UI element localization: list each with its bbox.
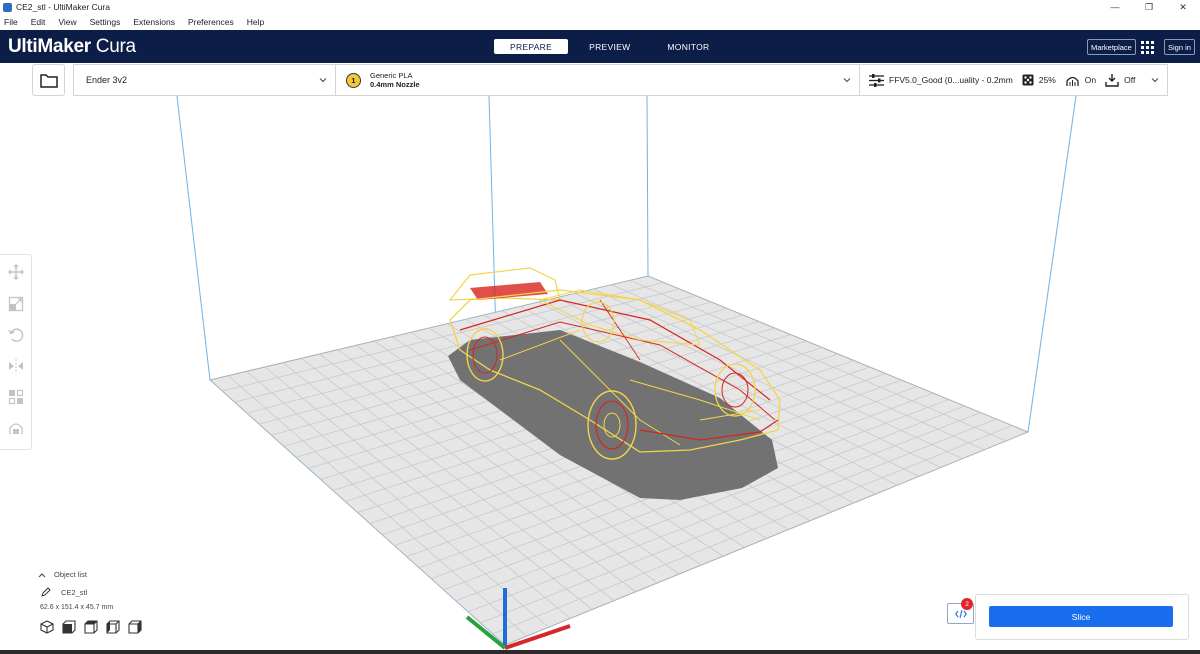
support-icon [1066,76,1079,86]
object-list-header: Object list [54,570,87,579]
material-name: Generic PLA [370,71,413,80]
print-settings-selector[interactable]: FFV5.0_Good (0...uality - 0.2mm 25% On O… [859,64,1168,96]
per-model-settings-icon [8,389,23,405]
stage-tabs: PREPARE PREVIEW MONITOR [494,39,731,54]
per-model-settings-tool-button[interactable] [5,387,27,408]
mirror-tool-button[interactable] [5,356,27,377]
menu-bar: File Edit View Settings Extensions Prefe… [0,14,1200,30]
nozzle-size: 0.4mm Nozzle [370,80,420,89]
slice-button[interactable]: Slice [989,606,1173,627]
pencil-icon [41,587,51,597]
top-view-icon[interactable] [84,620,98,634]
scale-tool-button[interactable] [5,293,27,314]
3d-view-icon[interactable] [40,620,54,634]
left-view-icon[interactable] [106,620,120,634]
cura-app-icon [3,2,12,12]
chevron-down-icon [319,78,327,83]
chevron-down-icon [843,78,851,83]
object-dimensions: 62.6 x 151.4 x 45.7 mm [40,604,114,611]
tab-monitor[interactable]: MONITOR [651,39,725,54]
support-blocker-icon [8,423,23,435]
extruder-badge: 1 [346,72,361,88]
code-brackets-icon [954,609,967,618]
object-name: CE2_stl [61,587,88,597]
menu-extensions[interactable]: Extensions [133,17,175,27]
chevron-up-icon [38,572,46,577]
mirror-icon [8,358,23,373]
right-view-icon[interactable] [128,620,142,634]
menu-edit[interactable]: Edit [31,17,46,27]
object-list-panel: Object list CE2_stl 62.6 x 151.4 x 45.7 … [38,570,218,634]
window-controls: — ❐ ✕ [1098,0,1200,14]
scale-icon [8,296,23,311]
tab-prepare[interactable]: PREPARE [494,39,569,54]
window-title-bar: CE2_stl - UltiMaker Cura — ❐ ✕ [0,0,1200,14]
folder-icon [39,73,58,88]
menu-view[interactable]: View [58,17,76,27]
sliders-icon [869,73,884,87]
menu-file[interactable]: File [4,17,18,27]
transform-tool-panel [0,254,32,450]
adhesion-value: Off [1124,75,1136,85]
minimize-button[interactable]: — [1098,0,1132,14]
open-file-button[interactable] [32,64,65,96]
menu-settings[interactable]: Settings [90,17,121,27]
object-list-item[interactable]: CE2_stl [41,587,218,597]
applications-grid-icon[interactable] [1141,41,1154,54]
menu-preferences[interactable]: Preferences [188,17,234,27]
adhesion-icon [1105,73,1119,87]
menu-help[interactable]: Help [247,17,264,27]
front-view-icon[interactable] [62,620,76,634]
printer-name: Ender 3v2 [86,75,128,85]
infill-value: 25% [1038,75,1056,85]
rotate-icon [7,328,23,342]
3d-viewport[interactable] [0,95,1200,650]
slice-panel: Slice [975,594,1189,640]
object-list-toggle[interactable]: Object list [38,570,218,579]
app-header: UltiMaker Cura PREPARE PREVIEW MONITOR M… [0,30,1200,63]
message-count-badge: 2 [961,598,973,610]
material-selector[interactable]: 1 Generic PLA 0.4mm Nozzle [335,64,859,96]
marketplace-button[interactable]: Marketplace [1087,39,1136,55]
chevron-down-icon [1151,78,1159,83]
taskbar-edge [0,650,1200,654]
sign-in-button[interactable]: Sign in [1164,39,1195,55]
move-tool-button[interactable] [5,262,27,283]
infill-icon [1022,74,1034,86]
restore-button[interactable]: ❐ [1132,0,1166,14]
camera-view-buttons [40,620,218,634]
support-value: On [1084,75,1097,85]
close-button[interactable]: ✕ [1166,0,1200,14]
profile-name: FFV5.0_Good (0...uality - 0.2mm [889,75,1013,85]
print-setup-toolbar: Ender 3v2 1 Generic PLA 0.4mm Nozzle FFV… [32,64,1168,96]
tab-preview[interactable]: PREVIEW [573,39,646,54]
support-blocker-tool-button[interactable] [5,418,27,439]
ultimaker-cura-logo: UltiMaker Cura [8,36,136,57]
printer-selector[interactable]: Ender 3v2 [73,64,335,96]
move-icon [7,264,24,281]
rotate-tool-button[interactable] [5,324,27,345]
build-plate-scene [176,95,1077,650]
window-title: CE2_stl - UltiMaker Cura [16,2,110,12]
